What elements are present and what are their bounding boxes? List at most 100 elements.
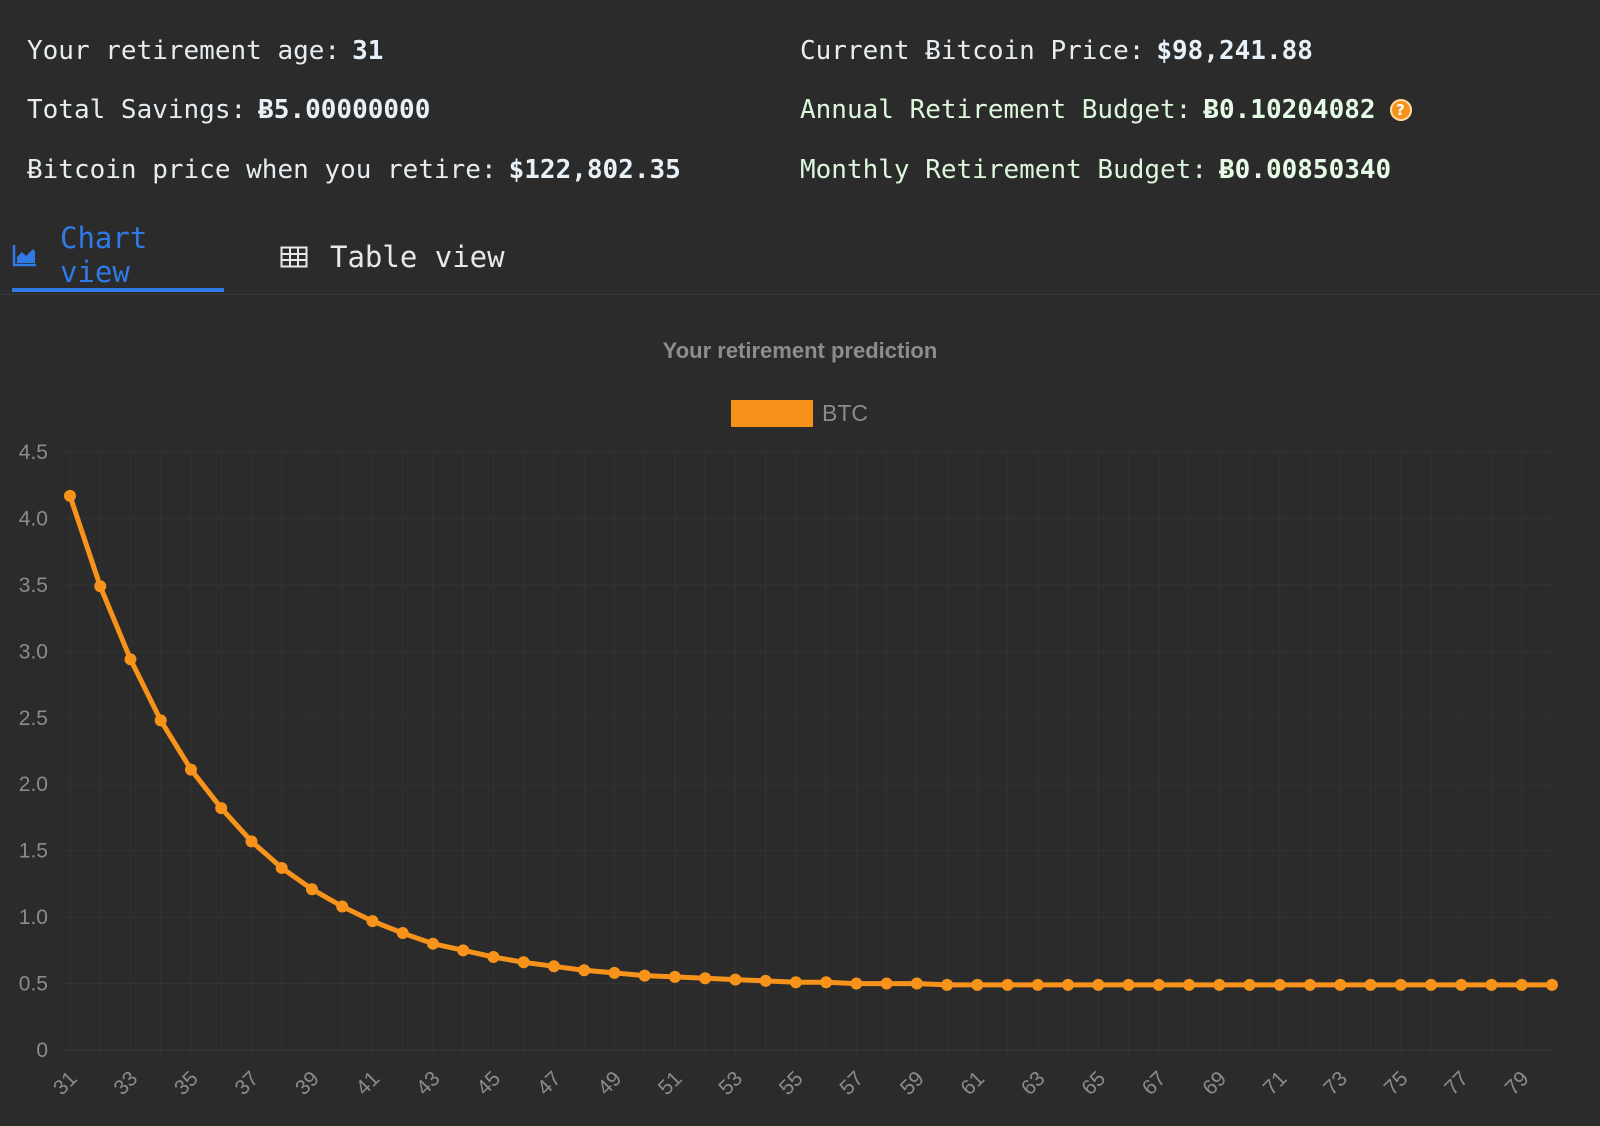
- x-tick-label: 71: [1259, 1067, 1292, 1100]
- chart-legend[interactable]: BTC: [731, 400, 868, 427]
- btc-data-point[interactable]: [1515, 978, 1528, 991]
- future-price-value: $122,802.35: [508, 155, 681, 185]
- y-tick-label: 1.0: [19, 906, 48, 929]
- btc-data-point[interactable]: [638, 969, 651, 982]
- btc-data-point[interactable]: [668, 970, 681, 983]
- annual-budget-stat: Annual Retirement Budget: Ƀ0.10204082 ?: [800, 95, 1412, 125]
- btc-data-point[interactable]: [1455, 978, 1468, 991]
- y-tick-label: 2.0: [19, 773, 48, 796]
- retirement-summary: Your retirement age: 31 Total Savings: Ƀ…: [0, 0, 1600, 210]
- y-tick-label: 3.0: [19, 640, 48, 663]
- current-price-value: $98,241.88: [1156, 36, 1313, 66]
- btc-data-point[interactable]: [396, 927, 409, 940]
- x-tick-label: 79: [1501, 1067, 1534, 1100]
- btc-data-point[interactable]: [124, 653, 137, 666]
- btc-data-point[interactable]: [1425, 978, 1438, 991]
- x-tick-label: 75: [1380, 1067, 1413, 1100]
- x-tick-label: 41: [351, 1067, 384, 1100]
- btc-data-point[interactable]: [1031, 978, 1044, 991]
- y-tick-label: 0.5: [19, 973, 48, 996]
- btc-data-point[interactable]: [366, 915, 379, 928]
- x-tick-label: 73: [1319, 1067, 1352, 1100]
- btc-data-point[interactable]: [820, 976, 833, 989]
- btc-data-point[interactable]: [305, 883, 318, 896]
- btc-data-point[interactable]: [1001, 978, 1014, 991]
- btc-data-point[interactable]: [336, 900, 349, 913]
- btc-data-point[interactable]: [1485, 978, 1498, 991]
- help-icon[interactable]: ?: [1389, 99, 1412, 121]
- btc-series: [64, 489, 1558, 991]
- btc-data-point[interactable]: [215, 802, 228, 815]
- tab-table-view[interactable]: Table view: [280, 222, 510, 292]
- retirement-age-stat: Your retirement age: 31: [27, 36, 383, 66]
- btc-data-point[interactable]: [759, 974, 772, 987]
- btc-data-point[interactable]: [850, 977, 863, 990]
- btc-data-point[interactable]: [910, 977, 923, 990]
- btc-data-point[interactable]: [1062, 978, 1075, 991]
- x-tick-label: 51: [654, 1067, 687, 1100]
- y-tick-label: 1.5: [19, 840, 48, 863]
- btc-data-point[interactable]: [517, 956, 530, 969]
- annual-budget-value: Ƀ0.10204082: [1203, 95, 1376, 125]
- tab-chart-view[interactable]: Chart view: [12, 221, 224, 292]
- btc-data-point[interactable]: [1092, 978, 1105, 991]
- x-tick-label: 53: [714, 1067, 747, 1100]
- btc-data-point[interactable]: [94, 580, 107, 593]
- table-icon: [280, 246, 308, 268]
- btc-data-point[interactable]: [1122, 978, 1135, 991]
- x-tick-label: 61: [956, 1067, 989, 1100]
- btc-data-point[interactable]: [578, 964, 591, 977]
- x-tick-label: 47: [533, 1067, 566, 1100]
- tab-chart-view-label: Chart view: [60, 221, 148, 289]
- y-tick-label: 3.5: [19, 574, 48, 597]
- x-tick-label: 43: [412, 1067, 445, 1100]
- x-tick-label: 77: [1440, 1067, 1473, 1100]
- btc-data-point[interactable]: [971, 978, 984, 991]
- x-tick-label: 55: [775, 1067, 808, 1100]
- y-tick-label: 4.0: [19, 507, 48, 530]
- retirement-age-label: Your retirement age:: [27, 36, 341, 66]
- btc-data-point[interactable]: [245, 835, 258, 848]
- x-tick-label: 37: [230, 1067, 263, 1100]
- x-tick-label: 33: [110, 1067, 143, 1100]
- btc-data-point[interactable]: [547, 960, 560, 973]
- btc-data-point[interactable]: [729, 973, 742, 986]
- total-savings-label: Total Savings:: [27, 95, 247, 125]
- y-axis: 0 0.5 1.0 1.5 2.0 2.5 3.0 3.5 4.0 4.5: [19, 441, 48, 1062]
- monthly-budget-stat: Monthly Retirement Budget: Ƀ0.00850340: [800, 155, 1391, 185]
- btc-series-line: [67, 493, 1555, 988]
- btc-data-point[interactable]: [1394, 978, 1407, 991]
- btc-data-point[interactable]: [1304, 978, 1317, 991]
- y-tick-label: 4.5: [19, 441, 48, 464]
- btc-data-point[interactable]: [789, 976, 802, 989]
- btc-data-point[interactable]: [1546, 978, 1558, 991]
- btc-data-point[interactable]: [64, 489, 76, 502]
- btc-data-point[interactable]: [1183, 978, 1196, 991]
- btc-data-point[interactable]: [880, 977, 893, 990]
- btc-data-point[interactable]: [1213, 978, 1226, 991]
- btc-data-point[interactable]: [154, 714, 167, 727]
- btc-data-point[interactable]: [275, 861, 288, 874]
- btc-data-point[interactable]: [184, 763, 197, 776]
- btc-data-point[interactable]: [426, 937, 439, 950]
- x-tick-label: 49: [593, 1067, 626, 1100]
- x-axis: 31 33 35 37 39 41 43 45 47 49 51 53 55 57 59 61 63 65 67 69…: [49, 1067, 1534, 1100]
- future-price-label: Ƀitcoin price when you retire:: [27, 155, 497, 185]
- btc-data-point[interactable]: [1273, 978, 1286, 991]
- btc-data-point[interactable]: [941, 978, 954, 991]
- total-savings-value: Ƀ5.00000000: [258, 95, 431, 125]
- current-price-stat: Current Ƀitcoin Price: $98,241.88: [800, 36, 1313, 66]
- btc-data-point[interactable]: [457, 944, 470, 957]
- btc-data-point[interactable]: [1364, 978, 1377, 991]
- retirement-prediction-chart: Your retirement prediction BTC 0 0.5 1.0 1.…: [19, 338, 1558, 1100]
- btc-data-point[interactable]: [1334, 978, 1347, 991]
- legend-swatch-btc: [731, 400, 813, 427]
- x-tick-label: 45: [472, 1067, 505, 1100]
- retirement-age-value: 31: [352, 36, 384, 66]
- future-price-stat: Ƀitcoin price when you retire: $122,802.…: [27, 155, 681, 185]
- btc-data-point[interactable]: [487, 950, 500, 963]
- btc-data-point[interactable]: [1243, 978, 1256, 991]
- btc-data-point[interactable]: [699, 972, 712, 985]
- btc-data-point[interactable]: [1152, 978, 1165, 991]
- btc-data-point[interactable]: [608, 966, 621, 979]
